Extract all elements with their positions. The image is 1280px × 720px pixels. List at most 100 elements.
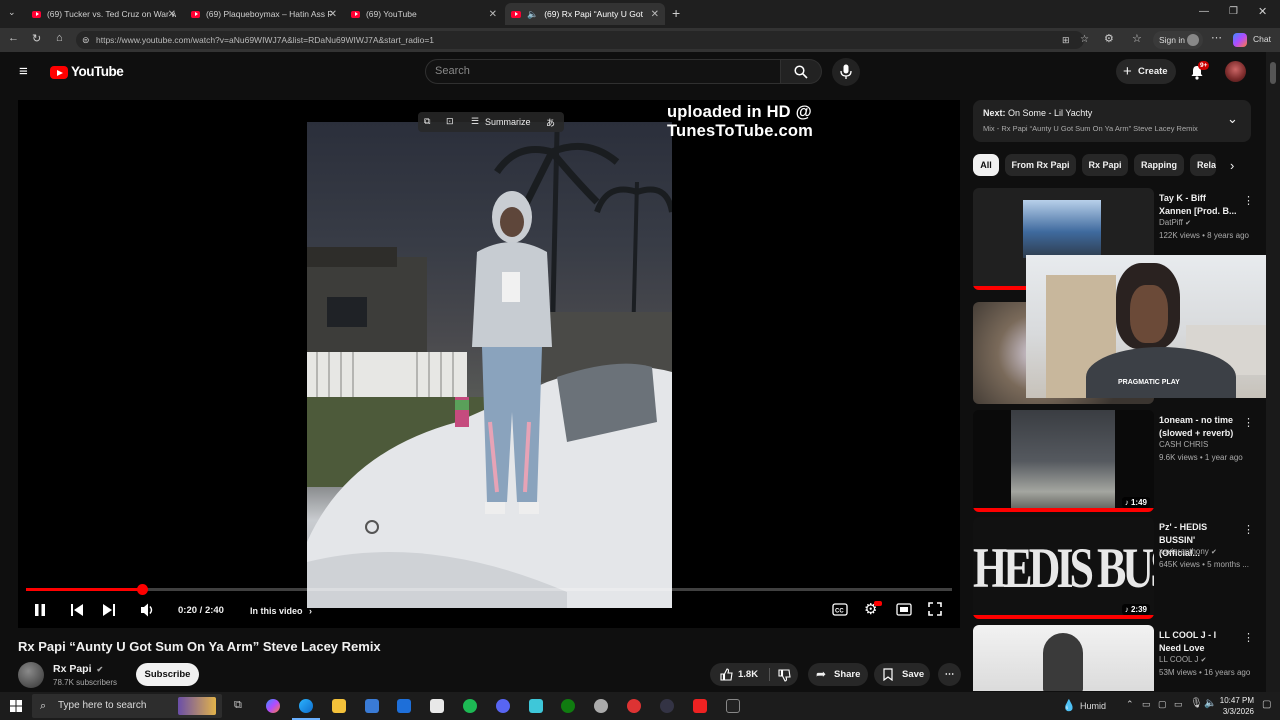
- refresh-icon[interactable]: ↻: [32, 32, 41, 45]
- close-tab-icon[interactable]: ✕: [651, 9, 659, 20]
- recommendation-item[interactable]: LL COOL J - I Need Love LL COOL J ✔ 53M …: [973, 625, 1251, 691]
- summarize-button[interactable]: Summarize: [485, 117, 531, 127]
- subscribe-button[interactable]: Subscribe: [136, 663, 199, 686]
- search-input[interactable]: Search: [425, 59, 781, 84]
- favorite-star-icon[interactable]: ☆: [1080, 31, 1089, 49]
- store-icon[interactable]: [365, 699, 379, 713]
- video-thumbnail[interactable]: HEDIS BUSSIN ♪ 2:39: [973, 517, 1154, 619]
- chevron-down-icon[interactable]: ⌄: [1227, 111, 1238, 127]
- browser-tab-active[interactable]: 🔈 (69) Rx Papi “Aunty U Got Sum ✕: [505, 3, 665, 25]
- more-options-icon[interactable]: ⋯: [1211, 31, 1222, 44]
- xbox-icon[interactable]: [561, 699, 575, 713]
- more-vert-icon[interactable]: ⋮: [1243, 194, 1254, 207]
- more-actions-button[interactable]: ⋯: [938, 663, 961, 686]
- visual-search-icon[interactable]: ⊡: [446, 116, 454, 127]
- back-icon[interactable]: ←: [8, 32, 19, 44]
- edge-icon[interactable]: [299, 699, 313, 713]
- summarize-icon[interactable]: ☰: [471, 116, 479, 127]
- search-button[interactable]: [781, 59, 822, 84]
- extensions-icon[interactable]: ⚙: [1104, 32, 1114, 45]
- chapter-button[interactable]: In this video ›: [250, 606, 312, 616]
- chip-rapping[interactable]: Rapping: [1134, 154, 1184, 176]
- file-explorer-icon[interactable]: [332, 699, 346, 713]
- account-avatar[interactable]: [1225, 61, 1246, 82]
- menu-icon[interactable]: ≡: [19, 63, 28, 80]
- speaker-icon[interactable]: 🔈: [527, 9, 538, 20]
- video-thumbnail[interactable]: [973, 625, 1154, 691]
- app-icon[interactable]: [627, 699, 641, 713]
- settings-button[interactable]: ⚙: [864, 601, 882, 619]
- picture-in-picture-icon[interactable]: ⧉: [424, 116, 430, 127]
- save-button[interactable]: Save: [874, 663, 930, 686]
- translate-icon[interactable]: あ: [546, 116, 555, 129]
- app-available-icon[interactable]: ⊞: [1062, 31, 1070, 49]
- microphone-tray-icon[interactable]: 🎙: [1190, 698, 1203, 709]
- notifications-button[interactable]: 9+: [1190, 61, 1212, 82]
- favorites-icon[interactable]: ☆: [1132, 32, 1142, 45]
- captions-icon[interactable]: CC: [832, 603, 848, 616]
- up-next-panel[interactable]: Next: On Some - Lil Yachty Mix - Rx Papi…: [973, 100, 1251, 142]
- more-vert-icon[interactable]: ⋮: [1243, 523, 1254, 536]
- chat-label[interactable]: Chat: [1253, 34, 1271, 44]
- create-button[interactable]: + Create: [1116, 59, 1176, 84]
- like-button[interactable]: 1.8K: [710, 663, 768, 686]
- previous-icon[interactable]: [70, 603, 84, 617]
- new-tab-button[interactable]: +: [672, 5, 680, 21]
- task-view-icon[interactable]: ⧉: [234, 699, 242, 712]
- outlook-icon[interactable]: [397, 699, 411, 713]
- progress-scrubber[interactable]: [137, 584, 148, 595]
- close-tab-icon[interactable]: ✕: [489, 9, 497, 20]
- restore-icon[interactable]: ❐: [1229, 6, 1238, 17]
- next-icon[interactable]: [102, 603, 116, 617]
- minimize-icon[interactable]: —: [1199, 6, 1209, 17]
- clock[interactable]: 10:47 PM 3/3/2026: [1204, 695, 1254, 717]
- browser-tab-1[interactable]: (69) Tucker vs. Ted Cruz on War wi ✕: [26, 3, 182, 25]
- address-bar[interactable]: ⊜ https://www.youtube.com/watch?v=aNu69W…: [76, 31, 1089, 49]
- tray-app-icon[interactable]: ▢: [1158, 699, 1167, 710]
- more-vert-icon[interactable]: ⋮: [1243, 416, 1254, 429]
- browser-tab-2[interactable]: (69) Plaqueboymax – Hatin Ass F ✕: [185, 3, 343, 25]
- volume-icon[interactable]: [140, 602, 156, 618]
- recommendation-item[interactable]: HEDIS BUSSIN ♪ 2:39 Pz' - HEDIS BUSSIN' …: [973, 517, 1254, 620]
- more-vert-icon[interactable]: ⋮: [1243, 631, 1251, 644]
- close-window-icon[interactable]: ✕: [1258, 5, 1267, 18]
- app-icon[interactable]: [529, 699, 543, 713]
- channel-name-row[interactable]: Rx Papi ✔: [53, 663, 103, 675]
- windows-start-icon[interactable]: [10, 700, 22, 712]
- chip-rx-papi[interactable]: Rx Papi: [1082, 154, 1128, 176]
- tray-app-icon[interactable]: ▭: [1142, 699, 1151, 710]
- app-icon[interactable]: [594, 699, 608, 713]
- chip-from-channel[interactable]: From Rx Papi: [1005, 154, 1076, 176]
- site-info-icon[interactable]: ⊜: [82, 31, 90, 49]
- app-icon[interactable]: [660, 699, 674, 713]
- tab-actions-icon[interactable]: ⌄: [8, 7, 16, 18]
- chip-related[interactable]: Rela: [1190, 154, 1216, 176]
- network-icon[interactable]: ▭: [1174, 699, 1183, 710]
- weather-label[interactable]: Humid: [1080, 701, 1106, 711]
- copilot-taskbar-icon[interactable]: [266, 699, 280, 713]
- voice-search-button[interactable]: [832, 58, 860, 86]
- fullscreen-icon[interactable]: [928, 602, 942, 616]
- channel-avatar[interactable]: [18, 662, 44, 688]
- spotify-icon[interactable]: [463, 699, 477, 713]
- weather-icon[interactable]: 💧: [1062, 699, 1076, 712]
- chips-next-arrow-icon[interactable]: ›: [1230, 158, 1234, 173]
- notifications-tray-icon[interactable]: ▢: [1262, 699, 1271, 710]
- app-icon[interactable]: [693, 699, 707, 713]
- recommendation-item[interactable]: ♪ 1:49 1oneam - no time (slowed + reverb…: [973, 410, 1254, 513]
- close-tab-icon[interactable]: ✕: [329, 9, 337, 20]
- browser-tab-3[interactable]: (69) YouTube ✕: [345, 3, 503, 25]
- chip-all[interactable]: All: [973, 154, 999, 176]
- video-player[interactable]: uploaded in HD @ TunesToTube.com ⧉ ⊡ ☰ S…: [18, 100, 960, 628]
- share-button[interactable]: ➦ Share: [808, 663, 868, 686]
- progress-bar[interactable]: [26, 584, 952, 595]
- thumbs-down-icon[interactable]: [778, 669, 791, 682]
- pause-icon[interactable]: [34, 603, 46, 617]
- theater-mode-icon[interactable]: [896, 603, 912, 616]
- copilot-icon[interactable]: [1233, 33, 1247, 47]
- sign-in-button[interactable]: Sign in: [1153, 31, 1203, 49]
- scrollbar-thumb[interactable]: [1270, 62, 1276, 84]
- discord-icon[interactable]: [496, 699, 510, 713]
- epic-games-icon[interactable]: [726, 699, 740, 713]
- page-scrollbar[interactable]: [1266, 52, 1280, 692]
